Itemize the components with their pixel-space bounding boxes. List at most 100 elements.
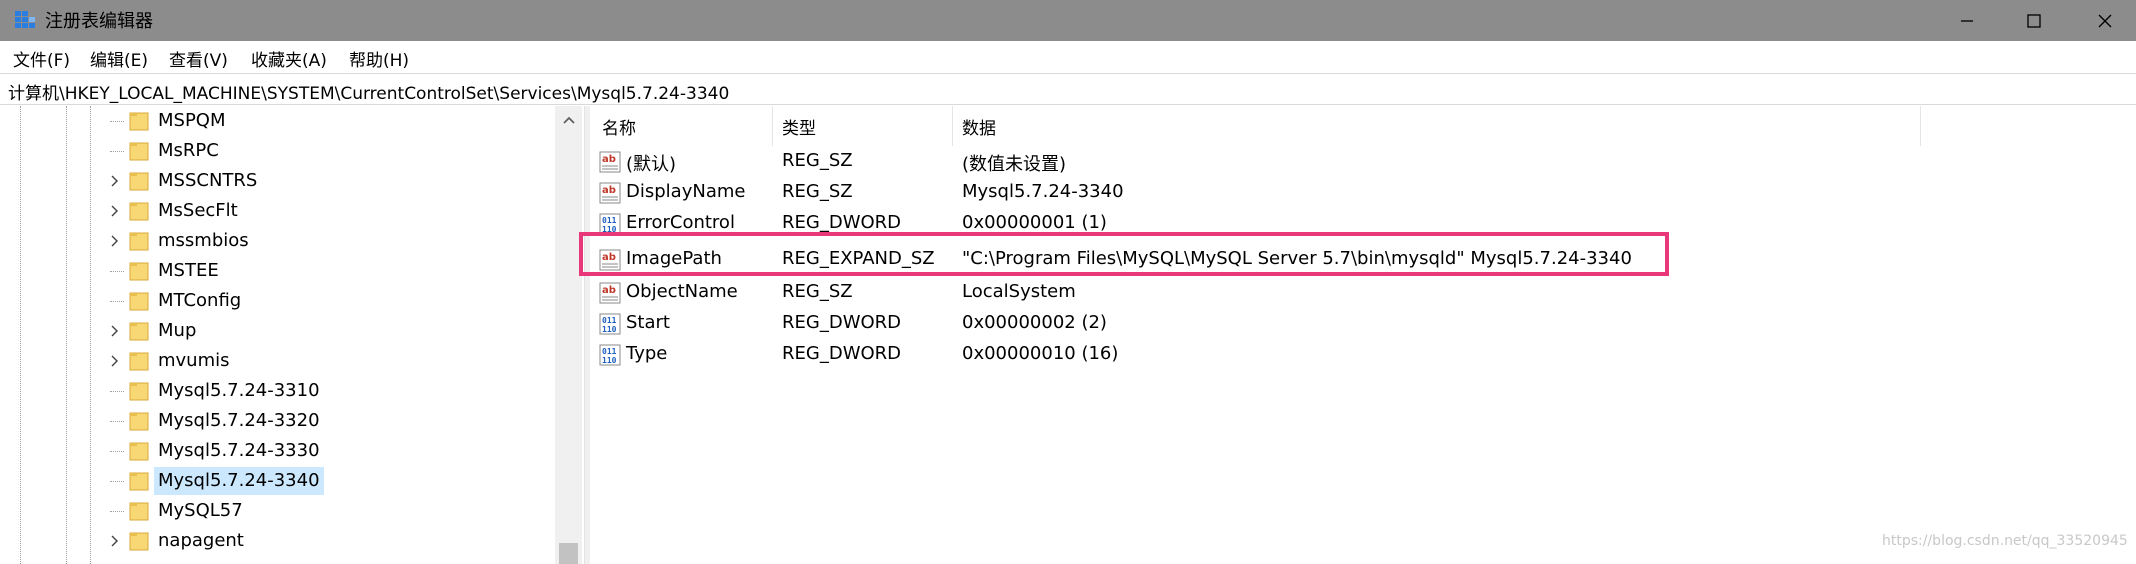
value-name: ErrorControl: [626, 212, 735, 233]
value-data: Mysql5.7.24-3340: [962, 181, 1124, 202]
value-row[interactable]: ab ObjectName REG_SZ LocalSystem: [590, 279, 2136, 310]
tree-branch-line: [110, 271, 124, 272]
highlight-annotation: [579, 232, 1669, 276]
chevron-right-icon[interactable]: [108, 535, 120, 547]
svg-text:ab: ab: [602, 154, 616, 165]
tree-item[interactable]: MsRPC: [0, 136, 555, 166]
menu-help[interactable]: 帮助(H): [346, 46, 412, 71]
tree-item[interactable]: MSTEE: [0, 256, 555, 286]
value-row[interactable]: ab DisplayName REG_SZ Mysql5.7.24-3340: [590, 179, 2136, 210]
tree-item[interactable]: napagent: [0, 526, 555, 556]
svg-text:ab: ab: [602, 285, 616, 296]
minimize-button[interactable]: [1936, 0, 1998, 41]
tree-branch-line: [110, 511, 124, 512]
value-data: 0x00000010 (16): [962, 343, 1119, 364]
folder-icon: [129, 202, 149, 221]
chevron-right-icon[interactable]: [108, 325, 120, 337]
window-title: 注册表编辑器: [45, 11, 153, 32]
column-divider[interactable]: [772, 106, 773, 146]
tree-scrollbar[interactable]: [555, 106, 582, 564]
value-name: ObjectName: [626, 281, 738, 302]
folder-icon: [129, 382, 149, 401]
tree-item-label: MySQL57: [158, 500, 243, 521]
svg-text:110: 110: [602, 356, 617, 365]
address-bar[interactable]: 计算机\HKEY_LOCAL_MACHINE\SYSTEM\CurrentCon…: [0, 73, 2136, 105]
folder-icon: [129, 472, 149, 491]
scroll-thumb[interactable]: [559, 543, 578, 564]
tree-item[interactable]: MsSecFlt: [0, 196, 555, 226]
folder-icon: [129, 172, 149, 191]
column-divider[interactable]: [952, 106, 953, 146]
chevron-right-icon[interactable]: [108, 175, 120, 187]
column-header-name[interactable]: 名称: [602, 106, 636, 146]
scroll-up-button[interactable]: [555, 106, 582, 133]
folder-icon: [129, 262, 149, 281]
tree-item-label: MTConfig: [158, 290, 242, 311]
value-row[interactable]: 011 110 Start REG_DWORD 0x00000002 (2): [590, 310, 2136, 341]
tree-item-label: MSSCNTRS: [158, 170, 258, 191]
tree-item[interactable]: MTConfig: [0, 286, 555, 316]
column-header-data[interactable]: 数据: [962, 106, 996, 146]
chevron-right-icon[interactable]: [108, 205, 120, 217]
tree-item-label: Mysql5.7.24-3330: [158, 440, 320, 461]
value-name: Start: [626, 312, 670, 333]
folder-icon: [129, 142, 149, 161]
string-value-icon: ab: [599, 182, 621, 204]
binary-value-icon: 011110: [599, 344, 621, 366]
tree-item[interactable]: mssmbios: [0, 226, 555, 256]
address-path: 计算机\HKEY_LOCAL_MACHINE\SYSTEM\CurrentCon…: [8, 84, 730, 104]
maximize-button[interactable]: [2003, 0, 2065, 41]
value-name: (默认): [626, 154, 677, 175]
tree-item[interactable]: MSPQM: [0, 106, 555, 136]
value-type: REG_DWORD: [782, 212, 902, 233]
chevron-right-icon[interactable]: [108, 235, 120, 247]
close-button[interactable]: [2074, 0, 2136, 41]
tree-item[interactable]: Mysql5.7.24-3320: [0, 406, 555, 436]
folder-icon: [129, 292, 149, 311]
tree-item-label: MsSecFlt: [158, 200, 238, 221]
tree-item[interactable]: mvumis: [0, 346, 555, 376]
folder-icon: [129, 322, 149, 341]
value-data: (数值未设置): [962, 154, 1067, 175]
tree-item-label: MSPQM: [158, 110, 226, 131]
column-divider[interactable]: [1920, 106, 1921, 146]
value-row[interactable]: ab (默认) REG_SZ (数值未设置): [590, 148, 2136, 179]
tree-item[interactable]: Mup: [0, 316, 555, 346]
menu-favorites[interactable]: 收藏夹(A): [248, 46, 330, 71]
menu-view[interactable]: 查看(V): [166, 46, 231, 71]
tree-item[interactable]: Mysql5.7.24-3310: [0, 376, 555, 406]
watermark: https://blog.csdn.net/qq_33520945: [1882, 533, 2128, 549]
folder-icon: [129, 352, 149, 371]
tree-item[interactable]: MySQL57: [0, 496, 555, 526]
tree-branch-line: [110, 481, 124, 482]
tree-branch-line: [110, 301, 124, 302]
svg-text:ab: ab: [602, 185, 616, 196]
tree-item[interactable]: Mysql5.7.24-3330: [0, 436, 555, 466]
tree-item-label: MSTEE: [158, 260, 219, 281]
menu-file[interactable]: 文件(F): [10, 46, 73, 71]
chevron-right-icon[interactable]: [108, 355, 120, 367]
tree-item-label: Mysql5.7.24-3340: [154, 467, 324, 495]
maximize-icon: [2027, 13, 2041, 28]
value-row[interactable]: 011 110 Type REG_DWORD 0x00000010 (16): [590, 341, 2136, 372]
svg-text:011: 011: [602, 216, 617, 225]
menu-edit[interactable]: 编辑(E): [87, 46, 151, 71]
folder-icon: [129, 112, 149, 131]
menu-bar: 文件(F) 编辑(E) 查看(V) 收藏夹(A) 帮助(H): [0, 41, 2136, 73]
tree-branch-line: [110, 151, 124, 152]
folder-icon: [129, 232, 149, 251]
column-header-type[interactable]: 类型: [782, 106, 816, 146]
title-bar: 注册表编辑器: [0, 0, 2136, 41]
tree-item[interactable]: MSSCNTRS: [0, 166, 555, 196]
folder-icon: [129, 442, 149, 461]
value-data: 0x00000001 (1): [962, 212, 1107, 233]
tree-branch-line: [110, 121, 124, 122]
folder-icon: [129, 502, 149, 521]
values-list: 名称 类型 数据 ab (默认) REG_SZ (数值未设置) ab DisplayNam…: [590, 106, 2136, 564]
tree-branch-line: [110, 451, 124, 452]
tree-item-label: napagent: [158, 530, 244, 551]
tree-item-label: MsRPC: [158, 140, 219, 161]
tree-item[interactable]: Mysql5.7.24-3340: [0, 466, 555, 496]
string-value-icon: ab: [599, 151, 621, 173]
value-type: REG_DWORD: [782, 343, 902, 364]
